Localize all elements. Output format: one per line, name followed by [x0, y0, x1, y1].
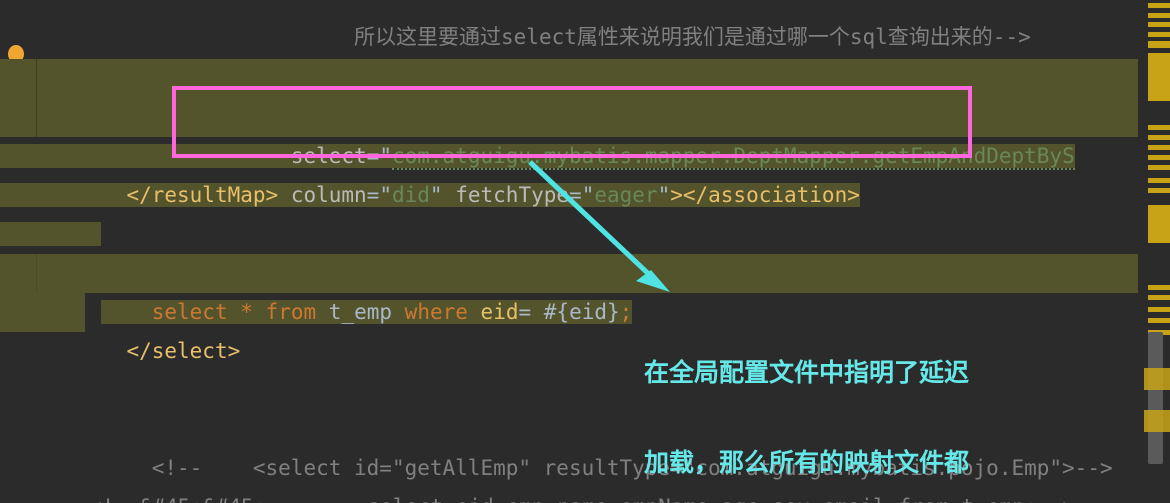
code-line[interactable]: <association property="dept" [0, 20, 1138, 168]
gutter-annotations[interactable] [0, 371, 36, 410]
stripe-mark[interactable] [1148, 165, 1170, 170]
stripe-mark[interactable] [1148, 285, 1170, 290]
stripe-mark[interactable] [1148, 125, 1170, 130]
stripe-mark[interactable] [1148, 32, 1170, 37]
gutter-annotations[interactable] [0, 332, 36, 371]
stripe-mark[interactable] [1148, 188, 1170, 193]
stripe-mark[interactable] [1148, 307, 1170, 312]
stripe-mark-large[interactable] [1148, 205, 1170, 243]
stripe-mark[interactable] [1148, 41, 1170, 48]
stripe-mark[interactable] [1148, 178, 1170, 183]
gutter-line-numbers[interactable] [36, 176, 85, 215]
stripe-mark-large[interactable] [1144, 410, 1170, 432]
stripe-mark[interactable] [1148, 145, 1170, 150]
stripe-mark[interactable] [1148, 155, 1170, 160]
gutter-line-numbers[interactable] [36, 332, 85, 371]
code-line[interactable] [0, 371, 1138, 410]
stripe-mark[interactable] [1148, 318, 1170, 323]
error-stripe-marker-bar[interactable] [1138, 0, 1170, 503]
stripe-mark-large[interactable] [1148, 53, 1170, 101]
code-line[interactable]: <!--&#45;&#45; select eid,emp_name empNa… [0, 449, 1138, 503]
code-editor[interactable]: 所以这里要通过select属性来说明我们是通过哪一个sql查询出来的--> <a… [0, 0, 1138, 503]
code-line[interactable] [0, 332, 1138, 371]
code-line[interactable]: <select id="getEmpAndDeptByStepOne" resu… [0, 215, 1138, 285]
code-line[interactable]: <!-- <select id="getAllEmp" resultType="… [0, 410, 1138, 480]
code-line[interactable]: </select> [0, 293, 1138, 363]
stripe-mark[interactable] [1148, 22, 1170, 27]
stripe-mark-large[interactable] [1144, 368, 1170, 390]
stripe-mark[interactable] [1148, 13, 1170, 18]
code-line[interactable]: select="com.atguigu.mybatis.mapper.DeptM… [0, 59, 1138, 207]
stripe-mark[interactable] [1148, 3, 1170, 8]
gutter-annotations[interactable] [0, 176, 36, 215]
code-line[interactable]: column="did" fetchType="eager"></associa… [0, 98, 1138, 246]
code-line[interactable]: select * from t_emp where eid= #{eid}; [0, 254, 1138, 324]
stripe-mark[interactable] [1148, 135, 1170, 140]
stripe-mark[interactable] [1148, 295, 1170, 300]
ide-editor-screen: 所以这里要通过select属性来说明我们是通过哪一个sql查询出来的--> <a… [0, 0, 1170, 503]
code-line[interactable]: </resultMap> [0, 137, 1138, 207]
code-line[interactable] [0, 176, 1138, 215]
vertical-scrollbar-thumb[interactable] [1148, 332, 1163, 464]
code-line[interactable]: <!-- select * from t_emp;--> [0, 488, 1138, 503]
gutter-line-numbers[interactable] [36, 371, 85, 410]
